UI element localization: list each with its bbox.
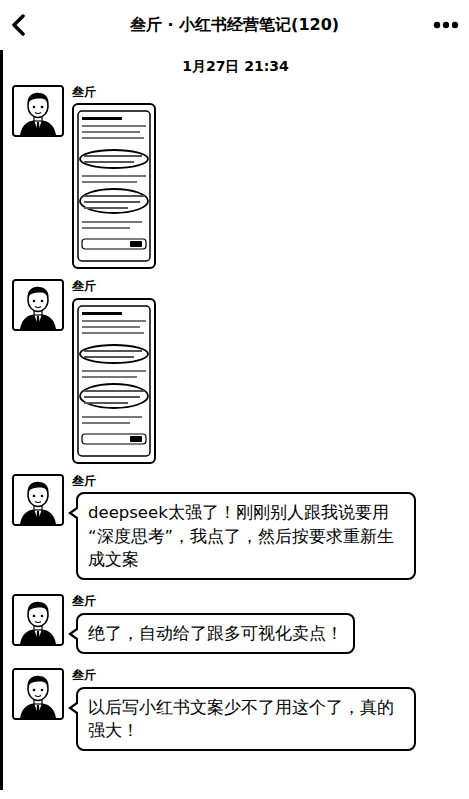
screenshot-image[interactable] <box>72 298 156 464</box>
message-bubble: 绝了，自动给了跟多可视化卖点！ <box>76 613 355 654</box>
chat-message: 叁斤以后写小红书文案少不了用这个了，真的强大！ <box>12 668 459 751</box>
sender-name: 叁斤 <box>72 474 96 488</box>
top-bar: 叁斤 · 小红书经营笔记(120) <box>0 0 469 50</box>
message-body: 叁斤以后写小红书文案少不了用这个了，真的强大！ <box>72 668 416 751</box>
avatar-icon[interactable] <box>12 279 64 331</box>
message-body: 叁斤绝了，自动给了跟多可视化卖点！ <box>72 594 355 654</box>
sender-name: 叁斤 <box>72 594 96 608</box>
chat-message: 叁斤 <box>12 85 459 269</box>
chat-message: 叁斤绝了，自动给了跟多可视化卖点！ <box>12 594 459 654</box>
sender-name: 叁斤 <box>72 85 96 99</box>
chat-message: 叁斤 <box>12 279 459 463</box>
message-bubble: 以后写小红书文案少不了用这个了，真的强大！ <box>76 687 416 752</box>
chat-message: 叁斤 deepseek太强了！刚刚别人跟我说要用“深度思考”，我点了，然后按要求重… <box>12 474 459 581</box>
avatar-icon[interactable] <box>12 474 64 526</box>
back-icon[interactable] <box>10 14 40 36</box>
sender-name: 叁斤 <box>72 668 96 682</box>
message-body: 叁斤 deepseek太强了！刚刚别人跟我说要用“深度思考”，我点了，然后按要求重… <box>72 474 416 581</box>
avatar-icon[interactable] <box>12 594 64 646</box>
message-body: 叁斤 <box>72 85 156 269</box>
chat-title: 叁斤 · 小红书经营笔记(120) <box>130 15 339 34</box>
avatar-icon[interactable] <box>12 668 64 720</box>
chat-area: 1月27日 21:34 叁斤叁斤叁斤deepseek太强了！刚刚别人跟我说要用“… <box>0 50 469 790</box>
timestamp: 1月27日 21:34 <box>182 58 289 74</box>
sender-name: 叁斤 <box>72 279 96 293</box>
screenshot-image[interactable] <box>72 103 156 269</box>
message-bubble: deepseek太强了！刚刚别人跟我说要用“深度思考”，我点了，然后按要求重新生… <box>76 492 416 580</box>
more-icon[interactable] <box>429 21 459 29</box>
message-body: 叁斤 <box>72 279 156 463</box>
avatar-icon[interactable] <box>12 85 64 137</box>
